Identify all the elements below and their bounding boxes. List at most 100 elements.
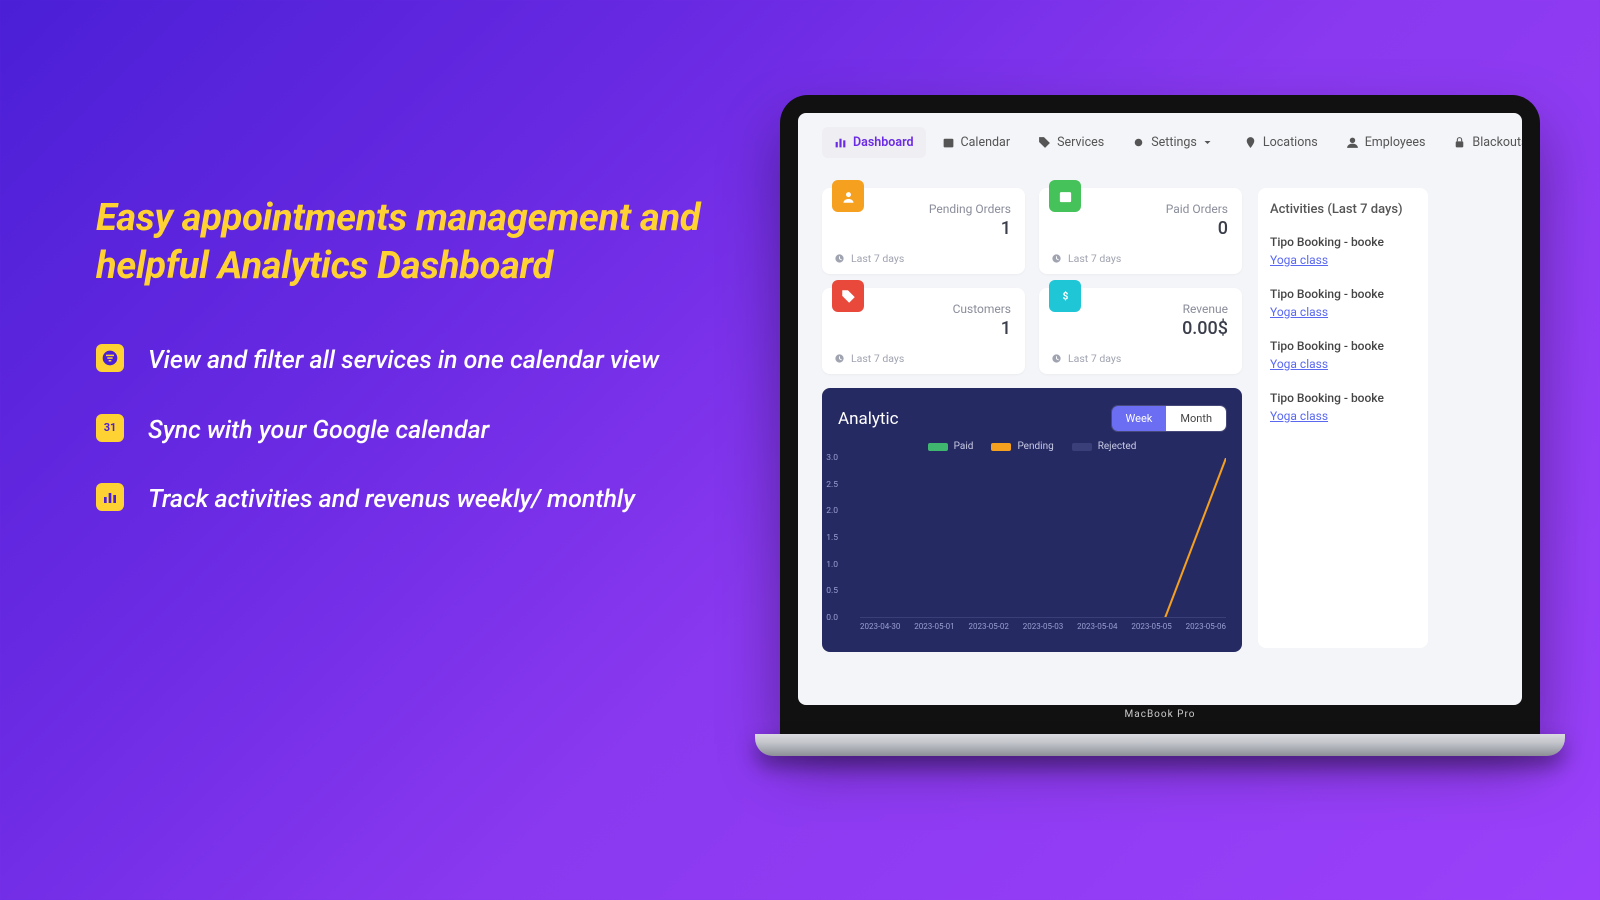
history-icon: [1051, 353, 1062, 364]
card-value: 0: [1051, 218, 1228, 239]
activity-title: Tipo Booking - booke: [1270, 235, 1416, 249]
legend-label: Pending: [1017, 441, 1053, 452]
series-pending: [860, 458, 1226, 618]
bar-chart-icon: [96, 483, 124, 511]
activities-panel: Activities (Last 7 days) Tipo Booking - …: [1258, 188, 1428, 648]
card-value: 1: [834, 218, 1011, 239]
card-footer-text: Last 7 days: [1068, 352, 1121, 365]
activity-link[interactable]: Yoga class: [1270, 305, 1328, 319]
seg-week[interactable]: Week: [1112, 406, 1167, 431]
range-segment: Week Month: [1112, 406, 1226, 431]
x-tick: 2023-05-06: [1186, 622, 1226, 631]
chevron-down-icon: [1203, 138, 1212, 147]
card-revenue: $ Revenue 0.00$ Last 7 days: [1039, 288, 1242, 374]
card-footer-text: Last 7 days: [1068, 252, 1121, 265]
x-tick: 2023-05-01: [914, 622, 954, 631]
navbar: Dashboard Calendar Services Settings: [822, 127, 1522, 158]
legend-rejected: Rejected: [1072, 441, 1137, 452]
activity-link[interactable]: Yoga class: [1270, 357, 1328, 371]
activity-link[interactable]: Yoga class: [1270, 409, 1328, 423]
card-footer-text: Last 7 days: [851, 252, 904, 265]
nav-label: Locations: [1263, 135, 1318, 150]
tag-icon: [1038, 136, 1051, 149]
chart-legend: Paid Pending Rejected: [838, 441, 1226, 452]
x-tick: 2023-05-04: [1077, 622, 1117, 631]
history-icon: [1051, 253, 1062, 264]
marketing-copy: Easy appointments management and helpful…: [96, 195, 716, 551]
nav-employees[interactable]: Employees: [1334, 127, 1438, 158]
nav-dashboard[interactable]: Dashboard: [822, 127, 926, 158]
feature-text: Sync with your Google calendar: [148, 412, 489, 450]
chart-area: 3.02.52.01.51.00.50.0: [860, 458, 1226, 618]
history-icon: [834, 253, 845, 264]
activity-item: Tipo Booking - booke Yoga class: [1270, 339, 1416, 371]
analytic-panel: Analytic Week Month Paid Pending Rejecte…: [822, 388, 1242, 652]
card-footer: Last 7 days: [834, 252, 904, 265]
legend-pending: Pending: [991, 441, 1053, 452]
dollar-icon: $: [1049, 280, 1081, 312]
activity-item: Tipo Booking - booke Yoga class: [1270, 391, 1416, 423]
card-customers: Customers 1 Last 7 days: [822, 288, 1025, 374]
activity-title: Tipo Booking - booke: [1270, 391, 1416, 405]
nav-label: Employees: [1365, 135, 1426, 150]
seg-month[interactable]: Month: [1166, 406, 1226, 431]
activities-heading: Activities (Last 7 days): [1270, 202, 1416, 217]
calendar-31-icon: 31: [96, 414, 124, 442]
analytic-title: Analytic: [838, 409, 899, 429]
nav-blackouts[interactable]: Blackouts: [1441, 127, 1522, 158]
x-tick: 2023-04-30: [860, 622, 900, 631]
nav-settings[interactable]: Settings: [1120, 127, 1224, 158]
card-footer-text: Last 7 days: [851, 352, 904, 365]
card-pending-orders: Pending Orders 1 Last 7 days: [822, 188, 1025, 274]
nav-label: Services: [1057, 135, 1104, 150]
pin-icon: [1244, 136, 1257, 149]
calendar-icon: [1049, 180, 1081, 212]
headline: Easy appointments management and helpful…: [96, 195, 716, 290]
nav-label: Calendar: [961, 135, 1011, 150]
laptop-base: [755, 734, 1565, 756]
history-icon: [834, 353, 845, 364]
card-value: 1: [834, 318, 1011, 339]
nav-locations[interactable]: Locations: [1232, 127, 1330, 158]
user-circle-icon: [832, 180, 864, 212]
activity-item: Tipo Booking - booke Yoga class: [1270, 287, 1416, 319]
feature-item: View and filter all services in one cale…: [96, 342, 716, 380]
nav-services[interactable]: Services: [1026, 127, 1116, 158]
nav-label: Dashboard: [853, 135, 914, 150]
x-tick: 2023-05-05: [1131, 622, 1171, 631]
user-icon: [1346, 136, 1359, 149]
feature-text: View and filter all services in one cale…: [148, 342, 659, 380]
feature-item: 31 Sync with your Google calendar: [96, 412, 716, 450]
activity-item: Tipo Booking - booke Yoga class: [1270, 235, 1416, 267]
activity-link[interactable]: Yoga class: [1270, 253, 1328, 267]
card-footer: Last 7 days: [1051, 252, 1121, 265]
nav-label: Settings: [1151, 135, 1197, 150]
activity-title: Tipo Booking - booke: [1270, 339, 1416, 353]
legend-label: Rejected: [1098, 441, 1137, 452]
tag-icon: [832, 280, 864, 312]
x-tick: 2023-05-03: [1023, 622, 1063, 631]
calendar-icon: [942, 136, 955, 149]
screen-content: Dashboard Calendar Services Settings: [798, 113, 1522, 705]
legend-label: Paid: [954, 441, 974, 452]
x-tick: 2023-05-02: [969, 622, 1009, 631]
feature-list: View and filter all services in one cale…: [96, 342, 716, 519]
nav-label: Blackouts: [1472, 135, 1522, 150]
card-footer: Last 7 days: [834, 352, 904, 365]
feature-text: Track activities and revenus weekly/ mon…: [148, 481, 635, 519]
feature-item: Track activities and revenus weekly/ mon…: [96, 481, 716, 519]
gear-icon: [1132, 136, 1145, 149]
activity-title: Tipo Booking - booke: [1270, 287, 1416, 301]
bar-chart-icon: [834, 136, 847, 149]
lock-icon: [1453, 136, 1466, 149]
laptop-bezel: Dashboard Calendar Services Settings: [780, 95, 1540, 734]
x-axis: 2023-04-30 2023-05-01 2023-05-02 2023-05-03…: [860, 622, 1226, 631]
laptop-label: MacBook Pro: [798, 705, 1522, 726]
legend-paid: Paid: [928, 441, 974, 452]
filter-icon: [96, 344, 124, 372]
svg-text:$: $: [1062, 289, 1068, 302]
nav-calendar[interactable]: Calendar: [930, 127, 1023, 158]
card-value: 0.00$: [1051, 318, 1228, 339]
laptop-mockup: Dashboard Calendar Services Settings: [780, 95, 1600, 756]
card-footer: Last 7 days: [1051, 352, 1121, 365]
